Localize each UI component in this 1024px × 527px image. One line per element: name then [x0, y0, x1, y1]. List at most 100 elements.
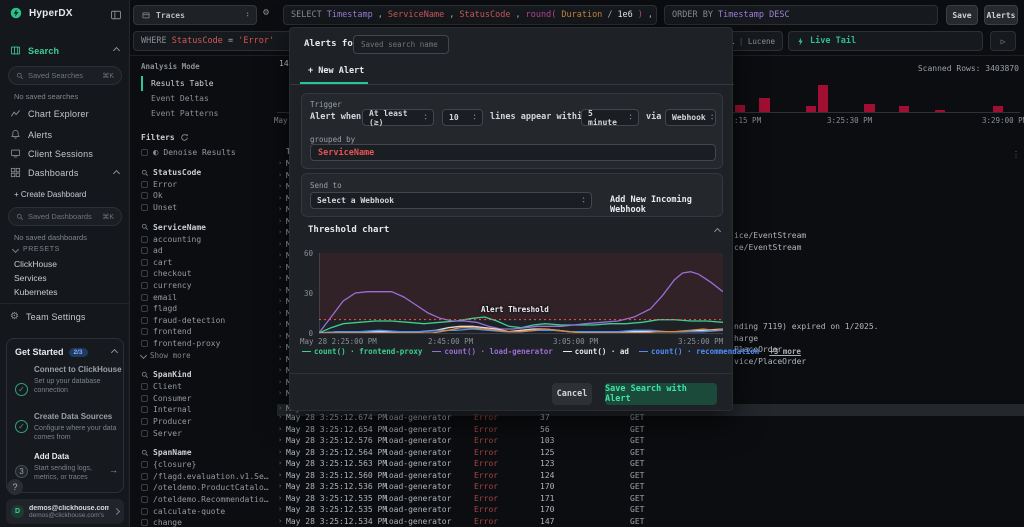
table-row[interactable]: › May 28 3:25:12.576 PM load-generator Erro… [277, 436, 1024, 448]
filter-item[interactable]: cart [141, 257, 277, 269]
legend-entry[interactable]: count() · load-generator [432, 347, 553, 356]
condition-select[interactable]: At least (≥) ▴ ▾ [362, 109, 434, 127]
filter-item[interactable]: currency [141, 280, 277, 292]
expand-chevron-icon: › [278, 366, 283, 374]
select-arrows-icon: ▴ ▾ [710, 113, 714, 122]
dashboards-collapse-chevron[interactable] [112, 169, 121, 178]
saved-dashboards-field[interactable] [28, 212, 99, 221]
table-row[interactable]: › May 28 3:25:12.535 PM load-generator Erro… [277, 494, 1024, 506]
get-started-header[interactable]: Get Started 2/3 [15, 347, 119, 357]
order-by-input[interactable]: ORDER BY Timestamp DESC [664, 5, 938, 25]
mode-results-table[interactable]: Results Table [141, 76, 277, 91]
table-row[interactable]: › May 28 3:25:12.654 PM load-generator Erro… [277, 425, 1024, 437]
mode-event-deltas[interactable]: Event Deltas [141, 91, 277, 106]
table-row[interactable]: › May 28 3:25:12.564 PM load-generator Erro… [277, 448, 1024, 460]
filter-item[interactable]: ad [141, 245, 277, 257]
filter-item[interactable]: Client [141, 381, 277, 393]
sidebar-item-alerts[interactable]: Alerts [10, 129, 52, 140]
table-row[interactable]: › May 28 3:25:12.535 PM load-generator Erro… [277, 505, 1024, 517]
filter-item[interactable]: flagd [141, 303, 277, 315]
row-service: load-generator [384, 505, 452, 514]
saved-searches-field[interactable] [28, 71, 99, 80]
filter-item[interactable]: checkout [141, 268, 277, 280]
filter-item[interactable]: Producer [141, 416, 277, 428]
preset-clickhouse[interactable]: ClickHouse [14, 259, 57, 269]
sidebar-item-search[interactable]: Search [10, 45, 59, 56]
play-button[interactable]: ▷ [990, 31, 1016, 51]
live-tail-button[interactable]: Live Tail [788, 31, 983, 51]
filter-item[interactable]: email [141, 291, 277, 303]
saved-search-name-input[interactable] [353, 35, 449, 54]
add-webhook-link[interactable]: Add New Incoming Webhook [610, 195, 722, 215]
select-query-input[interactable]: SELECT Timestamp, ServiceName, StatusCode,… [283, 5, 657, 25]
save-search-with-alert-button[interactable]: Save Search with Alert [605, 383, 717, 405]
sidebar-item-chart-explorer[interactable]: Chart Explorer [10, 108, 89, 119]
filter-item[interactable]: Consumer [141, 393, 277, 405]
checkbox-icon [141, 270, 148, 278]
create-dashboard-button[interactable]: + Create Dashboard [14, 190, 86, 199]
presets-toggle[interactable]: PRESETS [11, 245, 60, 254]
table-row[interactable]: › May 28 3:25:12.674 PM load-generator Erro… [277, 413, 1024, 425]
table-row[interactable]: › May 28 3:25:12.560 PM load-generator Erro… [277, 471, 1024, 483]
channel-select[interactable]: Webhook ▴ ▾ [665, 109, 716, 126]
preset-services[interactable]: Services [14, 273, 47, 283]
threshold-value-input[interactable]: 10 ▴ ▾ [442, 109, 483, 126]
cancel-button[interactable]: Cancel [552, 383, 592, 405]
sidebar-item-client-sessions[interactable]: Client Sessions [10, 148, 93, 159]
mode-event-patterns[interactable]: Event Patterns [141, 106, 277, 121]
legend-entry[interactable]: count() · ad [562, 347, 629, 356]
search-collapse-chevron[interactable] [112, 46, 121, 55]
refresh-icon[interactable] [180, 133, 189, 142]
row-service: load-generator [384, 424, 452, 434]
denoise-results-checkbox[interactable]: ◐ Denoise Results [141, 147, 277, 159]
filter-item[interactable]: accounting [141, 233, 277, 245]
legend-entry[interactable]: count() · recommendation [638, 347, 759, 356]
get-started-step[interactable]: Create Data Sources Configure where your… [34, 412, 122, 442]
hyperdx-logo-icon [10, 7, 22, 19]
filter-item[interactable]: {closure} [141, 459, 277, 471]
filter-item[interactable]: Unset [141, 202, 277, 214]
tab-new-alert[interactable]: + New Alert [308, 66, 364, 76]
table-row[interactable]: › May 28 3:25:12.536 PM load-generator Erro… [277, 482, 1024, 494]
filter-item[interactable]: change [141, 517, 277, 527]
saved-dashboards-input[interactable]: ⌘K [8, 207, 122, 226]
filter-item[interactable]: calculate-quote [141, 505, 277, 517]
legend-more-link[interactable]: +3 more [769, 347, 801, 356]
table-row[interactable]: › May 28 3:25:12.563 PM load-generator Erro… [277, 459, 1024, 471]
saved-searches-input[interactable]: ⌘K [8, 66, 122, 85]
filter-item[interactable]: /flagd.evaluation.v1.Se… [141, 470, 277, 482]
filter-item[interactable]: Server [141, 427, 277, 439]
chart-collapse-chevron[interactable] [713, 227, 722, 236]
help-button[interactable]: ? [7, 479, 23, 495]
save-button[interactable]: Save [946, 5, 978, 25]
table-row[interactable]: › May 28 3:25:12.534 PM load-generator Erro… [277, 517, 1024, 527]
source-select[interactable]: Traces ▴ ▾ [133, 5, 257, 25]
filter-item[interactable]: Internal [141, 404, 277, 416]
alerts-button[interactable]: Alerts [984, 5, 1018, 25]
filter-item[interactable]: frontend-proxy [141, 338, 277, 350]
legend-entry[interactable]: count() · frontend-proxy [302, 347, 422, 356]
filter-item[interactable]: fraud-detection [141, 315, 277, 327]
preset-kubernetes[interactable]: Kubernetes [14, 287, 57, 297]
filter-item[interactable]: /oteldemo.ProductCatalo… [141, 482, 277, 494]
sidebar-item-dashboards[interactable]: Dashboards [10, 167, 79, 178]
sidebar-item-team-settings[interactable]: ⚙ Team Settings [10, 312, 86, 323]
webhook-select[interactable]: Select a Webhook ▴ ▾ [310, 192, 592, 209]
query-segment: ) [637, 10, 643, 20]
get-started-step[interactable]: Connect to ClickHouse Set up your databa… [34, 365, 122, 395]
filter-group-header-spankind: SpanKind [141, 369, 277, 381]
histogram-bar [818, 85, 828, 112]
legend-line-icon [432, 351, 442, 352]
grouped-by-input[interactable]: ServiceName [310, 144, 716, 161]
filter-item[interactable]: Error [141, 179, 277, 191]
panel-toggle-icon[interactable] [110, 9, 122, 21]
filter-item[interactable]: /oteldemo.Recommendatio… [141, 494, 277, 506]
row-spanname: GET [630, 424, 645, 434]
get-started-step[interactable]: Add Data Start sending logs, metrics, or… [34, 452, 114, 482]
show-more-button[interactable]: Show more [139, 349, 277, 361]
filter-item[interactable]: frontend [141, 326, 277, 338]
interval-select[interactable]: 5 minute ▴ ▾ [581, 109, 639, 127]
user-menu[interactable]: D demos@clickhouse.com demos@clickhouse.… [6, 499, 124, 524]
gear-icon[interactable]: ⚙ [263, 7, 269, 18]
filter-item[interactable]: Ok [141, 190, 277, 202]
